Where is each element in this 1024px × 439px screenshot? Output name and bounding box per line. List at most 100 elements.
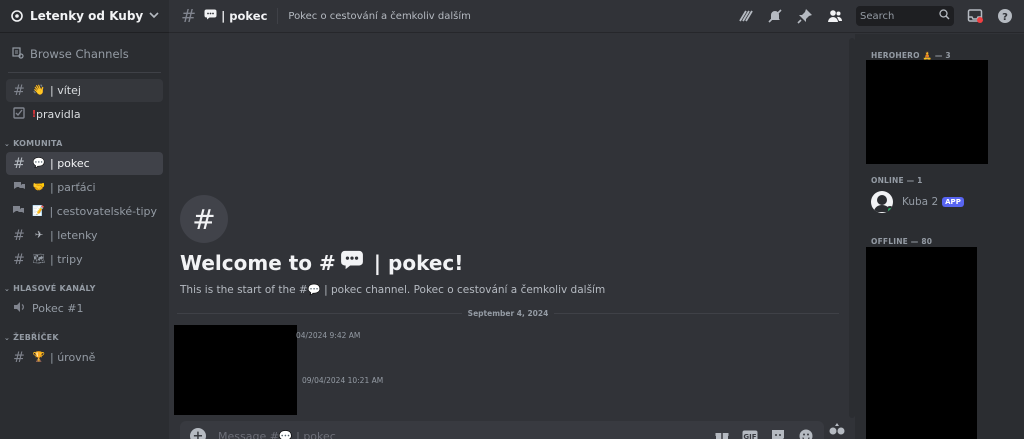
browse-channels-icon bbox=[12, 46, 24, 62]
hash-icon: # bbox=[13, 155, 25, 172]
sticker-icon[interactable] bbox=[770, 429, 786, 439]
app-launcher-icon[interactable] bbox=[825, 422, 849, 439]
channel-cestovatelske-tipy[interactable]: 📝 | cestovatelské-tipy bbox=[6, 200, 163, 223]
threads-icon[interactable] bbox=[736, 7, 754, 25]
welcome-suffix: | pokec! bbox=[373, 250, 464, 275]
channel-vitej[interactable]: # 👋 | vítej bbox=[6, 79, 163, 102]
server-name: Letenky od Kuby bbox=[30, 9, 144, 23]
sidebar-divider bbox=[8, 72, 161, 73]
channel-partaci[interactable]: 🤝 | parťáci bbox=[6, 176, 163, 199]
search-placeholder: Search bbox=[860, 10, 895, 22]
speech-bubble-emoji: 💬 bbox=[32, 158, 46, 169]
svg-text:GIF: GIF bbox=[743, 433, 756, 439]
redacted-member-block bbox=[866, 247, 977, 439]
inbox-icon[interactable] bbox=[966, 7, 984, 25]
search-icon bbox=[939, 9, 950, 23]
chevron-down-icon: ⌄ bbox=[4, 139, 11, 148]
search-input[interactable]: Search bbox=[856, 6, 954, 26]
hash-icon: # bbox=[13, 82, 25, 99]
forum-icon bbox=[12, 180, 26, 196]
category-komunita[interactable]: ⌄ KOMUNITA bbox=[0, 127, 169, 151]
redacted-message-block bbox=[174, 325, 297, 415]
category-label: ŽEBŘÍČEK bbox=[13, 333, 59, 342]
chevron-down-icon: ⌄ bbox=[4, 333, 11, 342]
channel-label: pravidla bbox=[36, 108, 81, 121]
member-item[interactable]: Kuba 2 APP bbox=[871, 191, 964, 213]
channel-label: | pokec bbox=[50, 157, 90, 170]
divider-line bbox=[177, 312, 462, 314]
member-group-online: ONLINE — 1 bbox=[871, 176, 923, 185]
composer-toolbar: GIF bbox=[714, 429, 814, 439]
channel-label: | cestovatelské-tipy bbox=[49, 205, 158, 218]
hash-icon: # bbox=[13, 227, 25, 244]
emoji-icon[interactable] bbox=[798, 429, 814, 439]
forum-icon bbox=[12, 204, 26, 220]
voice-channel-pokec-1[interactable]: Pokec #1 bbox=[6, 297, 163, 320]
pin-icon[interactable] bbox=[796, 7, 814, 25]
trophy-emoji: 🏆 bbox=[32, 352, 46, 363]
channel-label: | úrovně bbox=[50, 351, 96, 364]
channel-label: | tripy bbox=[50, 253, 83, 266]
member-list: HEROHERO 🧘 — 3 ONLINE — 1 Kuba 2 APP OFF… bbox=[855, 34, 1024, 439]
category-label: KOMUNITA bbox=[13, 139, 63, 148]
member-group-herohero: HEROHERO 🧘 — 3 bbox=[871, 51, 951, 60]
svg-text:?: ? bbox=[1002, 12, 1008, 23]
hash-icon: # bbox=[181, 5, 197, 27]
wave-emoji: 👋 bbox=[32, 85, 46, 96]
channel-urovne[interactable]: # 🏆 | úrovně bbox=[6, 346, 163, 369]
server-header[interactable]: Letenky od Kuby bbox=[0, 0, 169, 33]
channel-pokec[interactable]: # 💬 | pokec bbox=[6, 152, 163, 175]
channel-topic[interactable]: Pokec o cestování a čemkoliv dalším bbox=[288, 11, 736, 22]
browse-channels-button[interactable]: Browse Channels bbox=[6, 42, 163, 66]
member-group-offline: OFFLINE — 80 bbox=[871, 237, 933, 246]
chat-area: # Welcome to # | pokec! This is the star… bbox=[169, 34, 855, 439]
speech-bubble-icon bbox=[204, 9, 217, 23]
channel-letenky[interactable]: # ✈ | letenky bbox=[6, 224, 163, 247]
notification-mute-icon[interactable] bbox=[766, 7, 784, 25]
add-attachment-icon[interactable]: + bbox=[190, 428, 206, 439]
speaker-icon bbox=[12, 301, 26, 317]
gift-icon[interactable] bbox=[714, 429, 730, 439]
hash-icon: # bbox=[13, 251, 25, 268]
channel-name: | pokec bbox=[221, 9, 268, 23]
gif-icon[interactable]: GIF bbox=[742, 429, 758, 439]
message-timestamp[interactable]: 04/2024 9:42 AM bbox=[296, 331, 360, 340]
memo-emoji: 📝 bbox=[32, 206, 45, 217]
header-divider bbox=[277, 8, 279, 24]
chevron-down-icon: ⌄ bbox=[4, 284, 11, 293]
map-emoji: 🗺 bbox=[32, 254, 46, 265]
channel-tripy[interactable]: # 🗺 | tripy bbox=[6, 248, 163, 271]
date-divider-label: September 4, 2024 bbox=[467, 308, 549, 318]
channel-title: | pokec bbox=[204, 9, 267, 23]
channel-label: | vítej bbox=[50, 84, 81, 97]
member-list-icon[interactable] bbox=[826, 7, 844, 25]
chevron-down-icon[interactable] bbox=[149, 11, 159, 22]
redacted-member-block bbox=[866, 60, 988, 164]
date-divider: September 4, 2024 bbox=[177, 308, 840, 318]
channel-label: | letenky bbox=[50, 229, 98, 242]
message-composer[interactable]: + Message #💬 | pokec GIF bbox=[180, 421, 824, 439]
header-toolbar: Search ? bbox=[736, 6, 1014, 26]
category-label: HLASOVÉ KANÁLY bbox=[13, 284, 96, 293]
channel-sidebar: Letenky od Kuby Browse Channels # 👋 | ví… bbox=[0, 0, 169, 439]
welcome-title: Welcome to # | pokec! bbox=[180, 250, 463, 275]
category-zebricek[interactable]: ⌄ ŽEBŘÍČEK bbox=[0, 321, 169, 345]
message-timestamp[interactable]: 09/04/2024 10:21 AM bbox=[302, 376, 383, 385]
hash-icon: # bbox=[13, 349, 25, 366]
welcome-subtitle: This is the start of the #💬 | pokec chan… bbox=[180, 284, 606, 296]
channel-hash-badge: # bbox=[180, 195, 228, 243]
browse-channels-label: Browse Channels bbox=[30, 47, 129, 61]
app-badge: APP bbox=[942, 197, 964, 207]
rules-icon bbox=[12, 106, 26, 123]
channel-header: # | pokec Pokec o cestování a čemkoliv d… bbox=[169, 0, 1024, 33]
member-name: Kuba 2 bbox=[902, 196, 939, 208]
help-icon[interactable]: ? bbox=[996, 7, 1014, 25]
channel-label: Pokec #1 bbox=[32, 302, 84, 315]
handshake-emoji: 🤝 bbox=[32, 182, 46, 193]
channel-pravidla[interactable]: ! pravidla bbox=[6, 103, 163, 126]
welcome-prefix: Welcome to # bbox=[180, 250, 336, 275]
category-hlasove-kanaly[interactable]: ⌄ HLASOVÉ KANÁLY bbox=[0, 272, 169, 296]
airplane-emoji: ✈ bbox=[34, 230, 44, 241]
online-status-icon bbox=[886, 206, 893, 213]
message-input[interactable]: Message #💬 | pokec bbox=[218, 430, 714, 439]
